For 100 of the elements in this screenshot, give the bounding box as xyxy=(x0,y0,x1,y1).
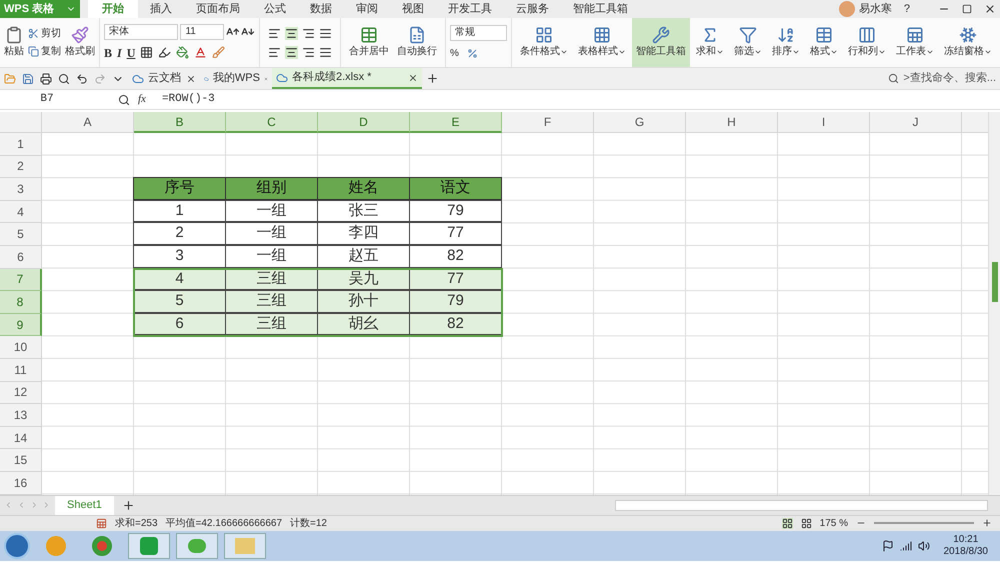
row-header[interactable]: 7 xyxy=(0,268,42,292)
justify-icon[interactable] xyxy=(319,46,332,58)
wrap-text-button[interactable]: 自动换行 xyxy=(397,26,437,59)
clear-format-icon[interactable] xyxy=(212,46,226,59)
preview-icon[interactable] xyxy=(58,72,70,84)
paste-button[interactable]: 粘贴 xyxy=(4,26,24,59)
page-view-icon[interactable] xyxy=(800,518,812,528)
column-header[interactable]: J xyxy=(870,112,962,133)
sheet-tab[interactable]: Sheet1 xyxy=(55,496,114,514)
font-size-field[interactable]: 11 xyxy=(180,24,224,40)
column-header[interactable]: F xyxy=(502,112,594,133)
font-style-button[interactable]: I xyxy=(117,44,122,62)
save-icon[interactable] xyxy=(22,72,34,84)
highlighter-icon[interactable] xyxy=(158,46,172,59)
row-header[interactable]: 14 xyxy=(0,426,42,450)
menu-tab[interactable]: 云服务 xyxy=(504,0,561,18)
zoom-in-icon[interactable] xyxy=(982,518,992,528)
align-middle-icon[interactable] xyxy=(285,26,298,40)
document-tab[interactable]: 云文档 xyxy=(128,68,200,89)
menu-tab[interactable]: 页面布局 xyxy=(184,0,252,18)
command-search-field[interactable]: >查找命令、搜索... xyxy=(888,68,1000,89)
row-header[interactable]: 5 xyxy=(0,223,42,246)
format-painter-button[interactable]: 格式刷 xyxy=(65,26,95,59)
percent-button[interactable]: % xyxy=(450,46,459,60)
column-header[interactable]: I xyxy=(778,112,870,133)
new-tab-icon[interactable] xyxy=(426,72,439,85)
align-top-icon[interactable] xyxy=(268,26,281,40)
function-button[interactable]: fx xyxy=(138,91,146,108)
align-center-icon[interactable] xyxy=(285,46,298,58)
row-header[interactable]: 4 xyxy=(0,200,42,224)
row-header[interactable]: 12 xyxy=(0,382,42,404)
flag-icon[interactable] xyxy=(882,540,894,552)
font-style-button[interactable]: U xyxy=(126,44,136,62)
indent-icon[interactable] xyxy=(319,26,332,40)
menu-tab[interactable]: 插入 xyxy=(138,0,184,18)
number-format-field[interactable]: 常规 xyxy=(450,24,507,40)
menu-tab[interactable]: 数据 xyxy=(298,0,344,18)
row-header[interactable]: 10 xyxy=(0,336,42,359)
row-header[interactable]: 1 xyxy=(0,133,42,156)
row-header[interactable]: 11 xyxy=(0,358,42,382)
ribbon-tool-button[interactable]: 筛选 xyxy=(730,18,766,67)
column-header[interactable]: E xyxy=(410,112,502,133)
column-header[interactable]: B xyxy=(134,112,226,133)
row-header[interactable]: 13 xyxy=(0,404,42,427)
row-header[interactable]: 3 xyxy=(0,178,42,201)
user-name[interactable]: 易水寒 xyxy=(858,0,892,18)
ribbon-tool-button[interactable]: 行和列 xyxy=(844,18,890,67)
document-tab[interactable]: 各科成绩2.xlsx * xyxy=(272,68,422,89)
vertical-scrollbar[interactable] xyxy=(988,112,1000,494)
zoom-icon[interactable] xyxy=(118,94,130,106)
column-header[interactable]: A xyxy=(42,112,134,133)
column-header[interactable]: D xyxy=(318,112,410,133)
start-button[interactable] xyxy=(4,532,30,558)
ribbon-tool-button[interactable]: 智能工具箱 xyxy=(632,18,690,67)
ribbon-tool-button[interactable]: 冻结窗格 xyxy=(940,18,996,67)
formula-field[interactable]: =ROW()-3 xyxy=(162,90,1000,109)
row-header[interactable]: 6 xyxy=(0,246,42,269)
align-left-icon[interactable] xyxy=(268,46,281,58)
help-button[interactable]: ? xyxy=(896,0,918,18)
row-header[interactable]: 8 xyxy=(0,291,42,314)
fill-color-icon[interactable] xyxy=(176,46,190,59)
merge-center-button[interactable]: 合并居中 xyxy=(349,26,389,59)
undo-icon[interactable] xyxy=(76,72,88,84)
menu-tab[interactable]: 审阅 xyxy=(344,0,390,18)
ribbon-tool-button[interactable]: 工作表 xyxy=(892,18,938,67)
ribbon-tool-button[interactable]: 条件格式 xyxy=(516,18,572,67)
align-right-icon[interactable] xyxy=(302,46,315,58)
menu-tab[interactable]: 开始 xyxy=(88,0,138,18)
row-header[interactable]: 2 xyxy=(0,156,42,178)
spreadsheet-app-icon[interactable] xyxy=(128,532,170,558)
font-color-icon[interactable] xyxy=(194,46,208,59)
normal-view-icon[interactable] xyxy=(782,518,793,528)
close-icon[interactable] xyxy=(984,3,996,15)
volume-icon[interactable] xyxy=(918,540,930,552)
column-header[interactable]: C xyxy=(226,112,318,133)
row-header[interactable]: 15 xyxy=(0,449,42,472)
ribbon-tool-button[interactable]: 排序 xyxy=(768,18,804,67)
ribbon-tool-button[interactable]: 格式 xyxy=(806,18,842,67)
restore-icon[interactable] xyxy=(962,4,972,14)
ribbon-tool-button[interactable]: 表格样式 xyxy=(574,18,630,67)
menu-tab[interactable]: 智能工具箱 xyxy=(561,0,640,18)
horizontal-scrollbar[interactable] xyxy=(614,500,988,510)
borders-icon[interactable] xyxy=(140,46,154,59)
row-header[interactable]: 16 xyxy=(0,472,42,494)
zoom-level[interactable]: 175 % xyxy=(820,516,848,530)
add-sheet-icon[interactable] xyxy=(122,498,135,512)
menu-tab[interactable]: 公式 xyxy=(252,0,298,18)
document-tab[interactable]: 我的WPS xyxy=(200,68,272,89)
menu-tab[interactable]: 视图 xyxy=(390,0,436,18)
ribbon-tool-button[interactable]: 求和 xyxy=(692,18,728,67)
font-style-button[interactable]: B xyxy=(104,44,112,62)
row-header[interactable]: 9 xyxy=(0,314,42,336)
copy-button[interactable]: 复制 xyxy=(28,44,61,59)
cell-name-field[interactable]: B7 xyxy=(0,90,94,109)
column-header[interactable]: G xyxy=(594,112,686,133)
menu-tab[interactable]: 开发工具 xyxy=(436,0,504,18)
print-icon[interactable] xyxy=(40,72,52,84)
clock[interactable]: 10:21 2018/8/30 xyxy=(936,534,996,558)
align-bottom-icon[interactable] xyxy=(302,26,315,40)
cut-button[interactable]: 剪切 xyxy=(28,26,61,41)
